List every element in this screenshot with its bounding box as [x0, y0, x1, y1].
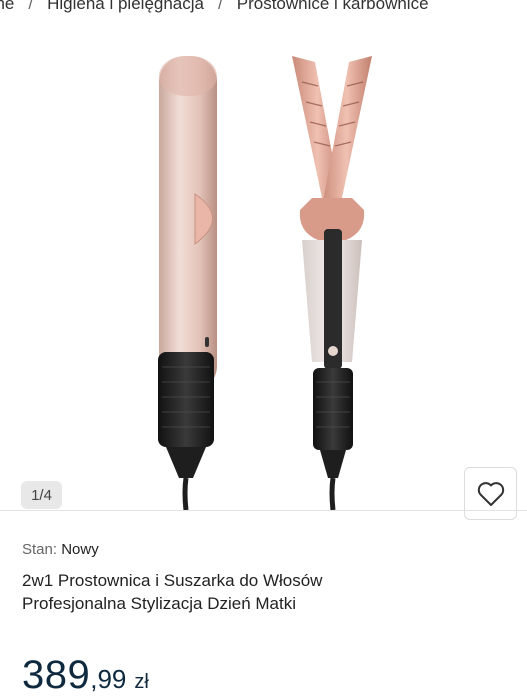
- straightener-device: [292, 56, 372, 510]
- dryer-device: [158, 56, 217, 510]
- product-price: 389 ,99 zł: [22, 653, 149, 698]
- section-divider: [0, 510, 527, 511]
- breadcrumb-item-home[interactable]: one: [0, 0, 14, 14]
- price-currency: zł: [134, 671, 149, 693]
- product-title: 2w1 Prostownica i Suszarka do Włosów Pro…: [22, 569, 492, 615]
- breadcrumb-separator: /: [218, 0, 223, 13]
- product-image[interactable]: [0, 22, 527, 510]
- breadcrumb-item-hygiene[interactable]: Higiena i pielęgnacja: [47, 0, 204, 14]
- breadcrumb: one / Higiena i pielęgnacja / Prostownic…: [0, 0, 527, 22]
- product-title-line: Profesjonalna Stylizacja Dzień Matki: [22, 594, 297, 613]
- breadcrumb-separator: /: [28, 0, 34, 13]
- condition-row: Stan: Nowy: [22, 541, 99, 558]
- breadcrumb-item-straighteners[interactable]: Prostownice i karbownice: [237, 0, 429, 14]
- price-integer: 389: [22, 653, 91, 697]
- condition-label: Stan:: [22, 541, 58, 558]
- product-gallery[interactable]: 1/4: [0, 22, 527, 520]
- condition-value: Nowy: [61, 541, 99, 558]
- price-decimal: ,99: [90, 664, 127, 694]
- product-title-line: 2w1 Prostownica i Suszarka do Włosów: [22, 571, 323, 590]
- favorite-button[interactable]: [464, 467, 517, 520]
- image-counter: 1/4: [21, 481, 62, 509]
- heart-icon: [477, 481, 504, 506]
